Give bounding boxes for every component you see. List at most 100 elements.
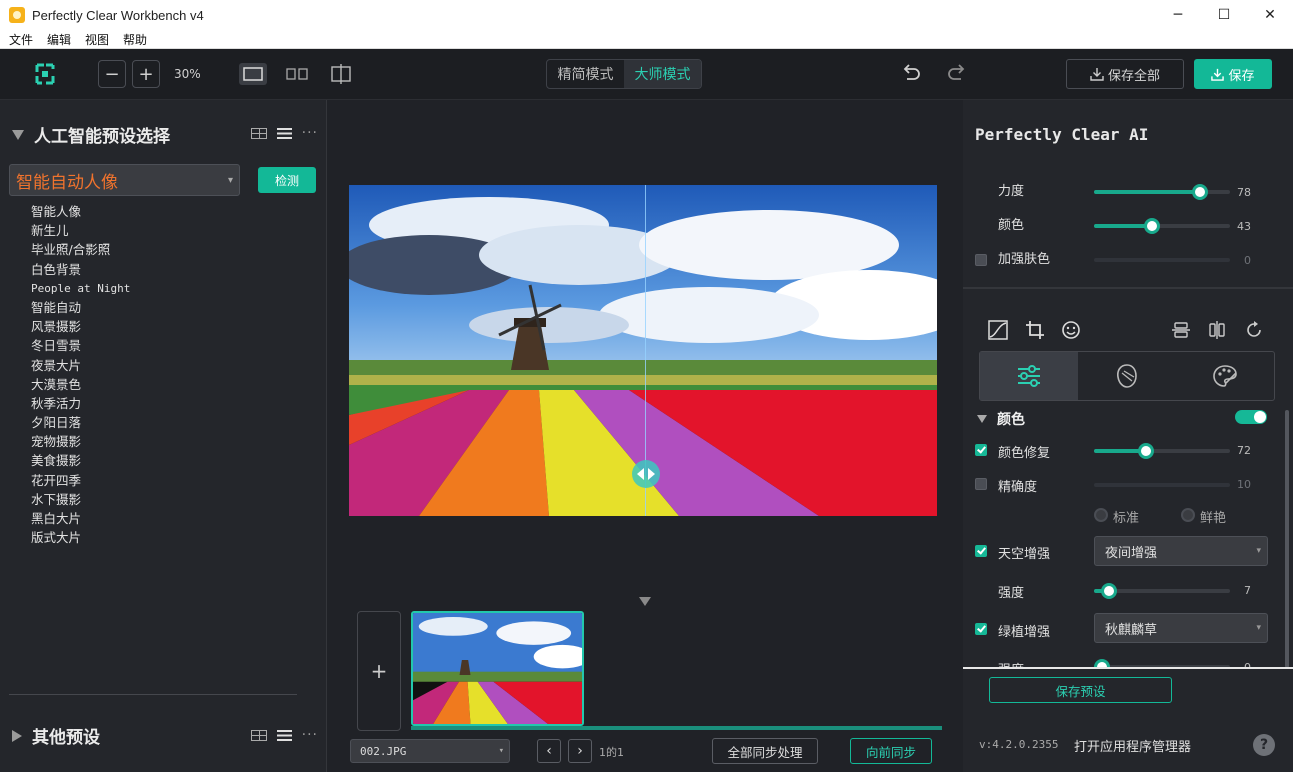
menu-file[interactable]: 文件 xyxy=(9,31,33,48)
color-slider[interactable] xyxy=(1094,218,1230,234)
color-fix-checkbox[interactable] xyxy=(975,444,987,456)
sync-forward-button[interactable]: 向前同步 xyxy=(850,738,932,764)
zoom-in-button[interactable]: + xyxy=(132,60,160,88)
menu-bar: 文件 编辑 视图 帮助 xyxy=(0,30,1293,49)
preset-item[interactable]: 夕阳日落 xyxy=(31,413,130,432)
menu-help[interactable]: 帮助 xyxy=(123,31,147,48)
color-section-header[interactable]: 颜色 xyxy=(977,409,1025,429)
expand-arrow-icon xyxy=(12,729,22,742)
skin-enhance-checkbox[interactable] xyxy=(975,254,987,266)
master-mode-tab[interactable]: 大师模式 xyxy=(624,60,701,88)
curves-icon[interactable] xyxy=(988,320,1008,340)
accuracy-checkbox[interactable] xyxy=(975,478,987,490)
close-button[interactable]: ✕ xyxy=(1247,0,1293,30)
accuracy-slider[interactable] xyxy=(1094,483,1230,487)
grid-view-icon[interactable] xyxy=(250,729,267,741)
foliage-enhance-dropdown[interactable]: 秋麒麟草 xyxy=(1094,613,1268,643)
add-image-button[interactable]: + xyxy=(357,611,401,731)
detect-button[interactable]: 检测 xyxy=(258,167,316,193)
sky-enhance-checkbox[interactable] xyxy=(975,545,987,557)
preset-item[interactable]: 智能自动 xyxy=(31,298,130,317)
file-dropdown[interactable]: 002.JPG xyxy=(350,739,510,763)
face-icon[interactable] xyxy=(1061,320,1081,340)
preset-item[interactable]: People at Night xyxy=(31,279,130,298)
redo-icon[interactable] xyxy=(946,63,968,85)
list-view-icon[interactable] xyxy=(276,729,292,741)
strength-slider[interactable] xyxy=(1094,184,1230,200)
skin-enhance-slider[interactable] xyxy=(1094,258,1230,262)
menu-view[interactable]: 视图 xyxy=(85,31,109,48)
preset-item[interactable]: 毕业照/合影照 xyxy=(31,240,130,259)
minimize-button[interactable]: ─ xyxy=(1155,0,1201,30)
open-app-manager-link[interactable]: 打开应用程序管理器 xyxy=(1074,736,1191,755)
preset-item[interactable]: 新生儿 xyxy=(31,221,130,240)
ai-preset-header[interactable]: 人工智能预设选择 xyxy=(12,122,170,147)
processing-progress-bar xyxy=(411,726,942,730)
panel-scrollbar[interactable] xyxy=(1285,410,1289,668)
sky-enhance-label: 天空增强 xyxy=(998,547,1051,562)
grid-view-icon[interactable] xyxy=(250,127,267,139)
preset-item[interactable]: 白色背景 xyxy=(31,260,130,279)
standard-radio[interactable] xyxy=(1094,508,1108,522)
simple-mode-tab[interactable]: 精简模式 xyxy=(547,60,624,88)
accuracy-value: 10 xyxy=(1237,478,1251,491)
preset-item[interactable]: 花开四季 xyxy=(31,471,130,490)
save-preset-button[interactable]: 保存预设 xyxy=(989,677,1172,703)
zoom-out-button[interactable]: − xyxy=(98,60,126,88)
foliage-enhance-checkbox[interactable] xyxy=(975,623,987,635)
preset-item[interactable]: 大漠景色 xyxy=(31,375,130,394)
preset-item[interactable]: 冬日雪景 xyxy=(31,336,130,355)
preset-item[interactable]: 智能人像 xyxy=(31,202,130,221)
skin-enhance-value: 0 xyxy=(1244,254,1251,267)
split-handle-icon[interactable] xyxy=(632,460,660,488)
list-view-icon[interactable] xyxy=(276,127,292,139)
tab-creative[interactable] xyxy=(1176,352,1274,400)
other-preset-header[interactable]: 其他预设 xyxy=(12,723,100,748)
preset-item[interactable]: 黑白大片 xyxy=(31,509,130,528)
image-thumbnail[interactable] xyxy=(411,611,584,726)
side-by-side-view-icon[interactable] xyxy=(283,63,311,85)
window-title: Perfectly Clear Workbench v4 xyxy=(32,7,204,23)
prev-image-button[interactable]: ‹ xyxy=(537,739,561,763)
flip-vertical-icon[interactable] xyxy=(1172,321,1190,339)
flip-horizontal-icon[interactable] xyxy=(1208,321,1226,339)
sync-all-button[interactable]: 全部同步处理 xyxy=(712,738,818,764)
save-button[interactable]: 保存 xyxy=(1194,59,1272,89)
accuracy-label: 精确度 xyxy=(998,480,1038,495)
menu-edit[interactable]: 编辑 xyxy=(47,31,71,48)
split-view-icon[interactable] xyxy=(327,63,355,85)
color-fix-slider[interactable] xyxy=(1094,443,1230,459)
help-icon[interactable]: ? xyxy=(1253,734,1275,756)
preset-item[interactable]: 风景摄影 xyxy=(31,317,130,336)
vivid-radio[interactable] xyxy=(1181,508,1195,522)
preset-item[interactable]: 水下摄影 xyxy=(31,490,130,509)
sky-strength-value: 7 xyxy=(1244,584,1251,597)
single-view-icon[interactable] xyxy=(239,63,267,85)
preset-item[interactable]: 宠物摄影 xyxy=(31,432,130,451)
rotate-icon[interactable] xyxy=(1245,321,1263,339)
divider xyxy=(963,667,1293,669)
preset-item[interactable]: 版式大片 xyxy=(31,528,130,547)
maximize-button[interactable]: ☐ xyxy=(1201,0,1247,30)
save-all-button[interactable]: 保存全部 xyxy=(1066,59,1184,89)
color-section-toggle[interactable] xyxy=(1235,410,1267,424)
more-options-icon[interactable]: ··· xyxy=(302,125,318,141)
tab-adjust[interactable] xyxy=(980,352,1078,400)
preset-dropdown[interactable]: 智能自动人像 xyxy=(9,164,240,196)
next-image-button[interactable]: › xyxy=(568,739,592,763)
tab-portrait[interactable] xyxy=(1078,352,1176,400)
preset-item[interactable]: 夜景大片 xyxy=(31,356,130,375)
preset-item[interactable]: 秋季活力 xyxy=(31,394,130,413)
sky-strength-label: 强度 xyxy=(998,586,1025,601)
app-icon xyxy=(9,7,25,23)
undo-icon[interactable] xyxy=(900,63,922,85)
crop-icon[interactable] xyxy=(1025,320,1045,340)
sky-strength-slider[interactable] xyxy=(1094,583,1230,599)
preset-item[interactable]: 美食摄影 xyxy=(31,451,130,470)
sky-enhance-dropdown[interactable]: 夜间增强 xyxy=(1094,536,1268,566)
collapse-filmstrip-icon[interactable] xyxy=(639,597,651,606)
more-options-icon[interactable]: ··· xyxy=(302,727,318,743)
foliage-enhance-label: 绿植增强 xyxy=(998,625,1051,640)
divider xyxy=(9,694,297,695)
adjustment-panel: Perfectly Clear AI 力度 78 颜色 43 加强肤色 0 颜色… xyxy=(963,100,1293,772)
